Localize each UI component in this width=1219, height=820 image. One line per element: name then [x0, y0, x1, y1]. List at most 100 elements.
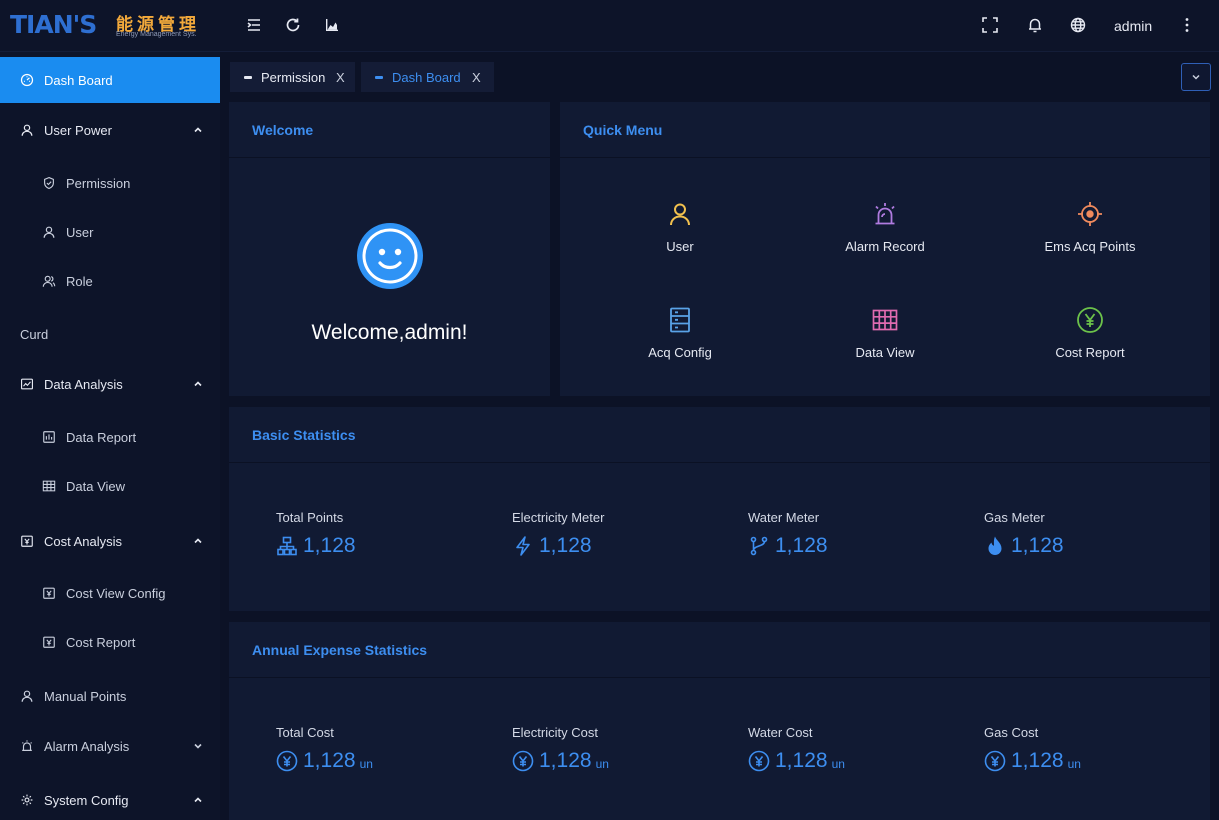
globe-icon[interactable]	[1068, 15, 1088, 35]
sidebar-item-label: Curd	[20, 326, 49, 342]
tabs-dropdown-button[interactable]	[1181, 63, 1211, 91]
sidebar-item-label: Permission	[66, 175, 131, 191]
user-icon	[21, 690, 33, 702]
stat-total-cost: Total Cost 1,128 un	[276, 725, 476, 773]
sidebar-item-system-config[interactable]: System Config	[0, 777, 220, 820]
cost-icon	[21, 535, 33, 547]
stat-label: Gas Meter	[984, 510, 1045, 525]
report-icon	[43, 431, 55, 443]
stat-gas-cost: Gas Cost 1,128 un	[984, 725, 1184, 773]
stat-electricity-meter: Electricity Meter 1,128	[512, 510, 712, 558]
menu-fold-icon[interactable]	[244, 15, 264, 35]
user-icon	[670, 203, 690, 226]
stat-water-cost: Water Cost 1,128 un	[748, 725, 948, 773]
sidebar-item-label: Data Analysis	[44, 376, 123, 392]
sidebar-item-label: Cost Report	[66, 634, 136, 650]
server-icon	[670, 307, 690, 333]
stat-label: Gas Cost	[984, 725, 1039, 740]
quick-menu-card: Quick Menu User Alarm Record Ems Acq Poi…	[560, 102, 1210, 396]
lightning-icon	[516, 536, 530, 556]
tabs-bar: Permission X Dash Board X	[220, 52, 1219, 100]
stat-value: 1,128	[303, 534, 356, 557]
sidebar-item-label: Cost Analysis	[44, 533, 123, 549]
tab-permission[interactable]: Permission X	[230, 62, 355, 92]
sidebar-item-cost-report[interactable]: Cost Report	[0, 619, 220, 665]
network-icon	[277, 536, 297, 556]
quick-menu-cost-report[interactable]: Cost Report	[1000, 306, 1180, 376]
quick-menu-acq-config[interactable]: Acq Config	[590, 306, 770, 376]
stat-unit: un	[359, 757, 373, 771]
yen-icon	[276, 750, 298, 772]
chevron-down-icon	[1192, 74, 1200, 80]
tab-marker	[375, 75, 383, 79]
top-bar: TIAN'S 能源管理 Energy Management Sys. admin	[0, 0, 1219, 52]
user-icon	[43, 226, 55, 238]
stat-label: Total Cost	[276, 725, 334, 740]
stat-label: Electricity Meter	[512, 510, 605, 525]
sidebar-item-dashboard[interactable]: Dash Board	[0, 57, 220, 103]
quick-menu-label: Alarm Record	[845, 239, 925, 254]
stat-water-meter: Water Meter 1,128	[748, 510, 948, 558]
chevron-up-icon	[194, 797, 202, 803]
alarm-icon	[22, 740, 32, 751]
quick-menu-ems-acq-points[interactable]: Ems Acq Points	[1000, 200, 1180, 270]
user-menu[interactable]: admin	[1114, 18, 1152, 34]
tab-close-button[interactable]: X	[336, 70, 345, 85]
sidebar-item-cost-analysis[interactable]: Cost Analysis	[0, 518, 220, 564]
quick-menu-label: User	[666, 239, 694, 254]
bell-icon[interactable]	[1025, 15, 1045, 35]
welcome-card: Welcome Welcome,admin!	[229, 102, 550, 396]
sidebar-item-alarm-analysis[interactable]: Alarm Analysis	[0, 723, 220, 769]
logo: TIAN'S 能源管理 Energy Management Sys.	[10, 8, 210, 42]
chevron-up-icon	[194, 538, 202, 544]
quick-menu-data-view[interactable]: Data View	[795, 306, 975, 376]
chevron-up-icon	[194, 127, 202, 133]
sidebar-item-curd[interactable]: Curd	[0, 311, 220, 357]
sidebar-item-cost-view-config[interactable]: Cost View Config	[0, 570, 220, 616]
tab-label: Dash Board	[392, 69, 461, 85]
sidebar-item-data-analysis[interactable]: Data Analysis	[0, 361, 220, 407]
refresh-icon[interactable]	[283, 15, 303, 35]
yen-icon	[984, 750, 1006, 772]
sidebar-item-user-power[interactable]: User Power	[0, 107, 220, 153]
stat-label: Water Cost	[748, 725, 813, 740]
tab-close-button[interactable]: X	[472, 70, 481, 85]
tab-dashboard[interactable]: Dash Board X	[361, 62, 494, 92]
shield-icon	[44, 176, 54, 190]
fullscreen-icon[interactable]	[980, 15, 1000, 35]
logo-subtitle: Energy Management Sys.	[116, 31, 197, 38]
stat-label: Electricity Cost	[512, 725, 598, 740]
quick-menu-label: Ems Acq Points	[1044, 239, 1136, 254]
stat-unit: un	[1067, 757, 1081, 771]
sidebar-item-manual-points[interactable]: Manual Points	[0, 673, 220, 719]
sidebar-item-role[interactable]: Role	[0, 258, 220, 304]
sidebar-item-data-report[interactable]: Data Report	[0, 414, 220, 460]
sidebar-item-user[interactable]: User	[0, 209, 220, 255]
stat-electricity-cost: Electricity Cost 1,128 un	[512, 725, 712, 773]
chevron-down-icon	[194, 743, 202, 749]
alarm-icon	[875, 203, 895, 225]
role-icon	[42, 275, 56, 287]
sidebar-item-label: Role	[66, 273, 93, 289]
quick-menu-user[interactable]: User	[590, 200, 770, 270]
sidebar-item-label: Data Report	[66, 429, 137, 445]
yen-icon	[512, 750, 534, 772]
stat-label: Total Points	[276, 510, 344, 525]
smiley-icon	[357, 223, 423, 289]
tab-marker	[244, 75, 252, 79]
sidebar-item-label: Alarm Analysis	[44, 738, 130, 754]
yen-icon	[748, 750, 770, 772]
welcome-card-title: Welcome	[229, 102, 550, 158]
sidebar-item-data-view[interactable]: Data View	[0, 463, 220, 509]
stat-value: 1,128	[1011, 749, 1064, 772]
quick-menu-alarm-record[interactable]: Alarm Record	[795, 200, 975, 270]
dashboard-icon	[20, 73, 34, 87]
chart-icon[interactable]	[322, 15, 342, 35]
quick-menu-label: Acq Config	[648, 345, 712, 360]
stat-unit: un	[595, 757, 609, 771]
sidebar-item-permission[interactable]: Permission	[0, 160, 220, 206]
stat-unit: un	[831, 757, 845, 771]
table-icon	[42, 480, 56, 492]
more-icon[interactable]	[1177, 15, 1197, 35]
sidebar-item-label: Manual Points	[44, 688, 127, 704]
